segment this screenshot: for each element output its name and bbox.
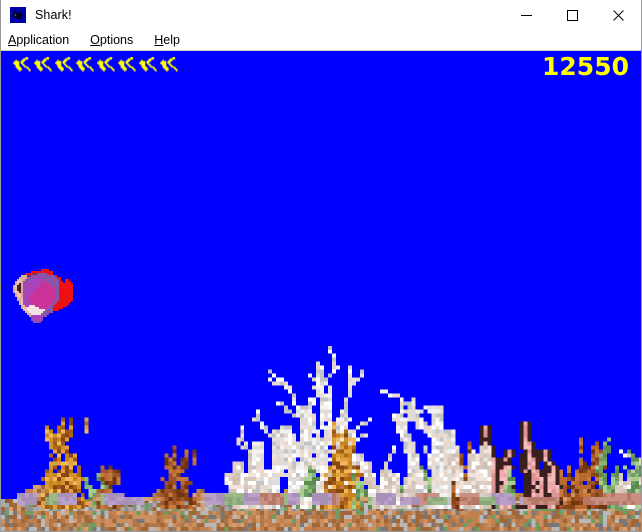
minimize-icon: [520, 15, 532, 16]
menu-mnemonic-help: H: [154, 33, 164, 47]
score-display: 12550: [542, 52, 629, 81]
life-fish-icon: [55, 57, 75, 73]
menu-label-help: elp: [163, 33, 180, 47]
lives-indicator: [13, 57, 180, 73]
close-button[interactable]: [595, 0, 641, 31]
underwater-scene-canvas: [1, 51, 641, 531]
title-bar: Shark!: [1, 0, 641, 31]
life-fish-icon: [97, 57, 117, 73]
menu-item-application[interactable]: Application: [8, 31, 79, 50]
shark-icon: [10, 7, 26, 23]
menu-label-options: ptions: [99, 33, 134, 47]
window-title: Shark!: [35, 8, 72, 22]
player-fish-sprite[interactable]: [11, 269, 73, 323]
maximize-icon: [566, 10, 578, 21]
life-fish-icon: [34, 57, 54, 73]
window-controls: [503, 0, 641, 31]
menu-item-options[interactable]: Options: [90, 31, 143, 50]
life-fish-icon: [139, 57, 159, 73]
menu-mnemonic-options: O: [90, 33, 100, 47]
minimize-button[interactable]: [503, 0, 549, 31]
shark-game-window: Shark! Application Options Help 12550: [0, 0, 642, 532]
menu-bar: Application Options Help: [1, 31, 641, 51]
close-icon: [612, 10, 624, 21]
life-fish-icon: [13, 57, 33, 73]
life-fish-icon: [76, 57, 96, 73]
menu-label-application: pplication: [16, 33, 70, 47]
game-viewport[interactable]: 12550: [1, 51, 641, 531]
life-fish-icon: [160, 57, 180, 73]
maximize-button[interactable]: [549, 0, 595, 31]
life-fish-icon: [118, 57, 138, 73]
menu-item-help[interactable]: Help: [154, 31, 190, 50]
